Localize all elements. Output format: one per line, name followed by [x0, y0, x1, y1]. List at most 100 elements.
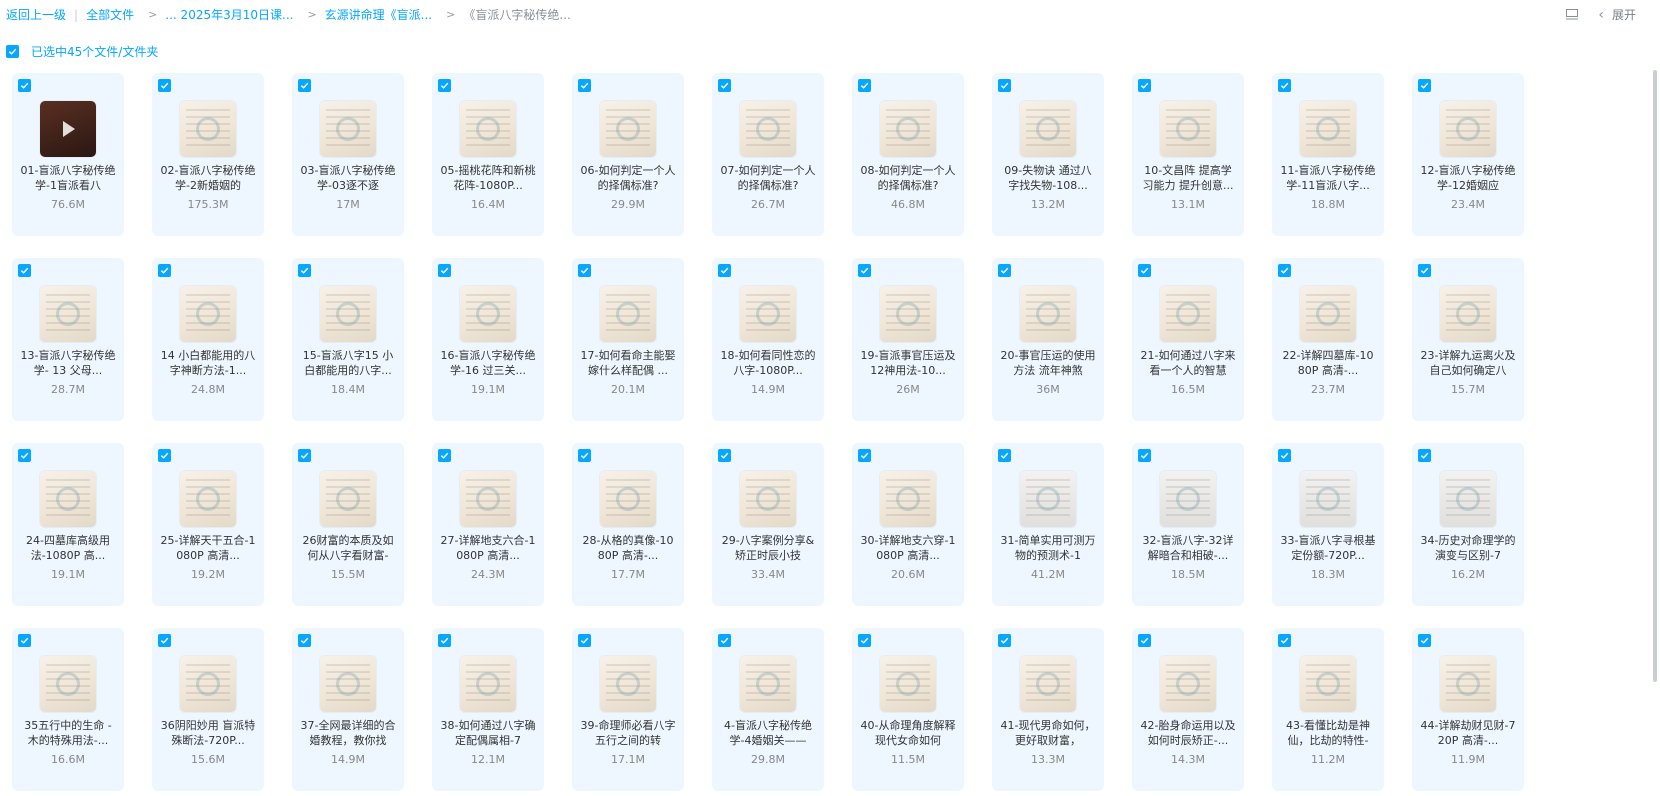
file-name[interactable]: 17-如何看命主能娶嫁什么样配偶 ... — [580, 348, 676, 378]
file-checkbox[interactable] — [18, 264, 31, 277]
select-all-checkbox[interactable] — [6, 45, 19, 58]
file-name[interactable]: 22-详解四墓库-1080P 高清-... — [1280, 348, 1376, 378]
video-thumbnail[interactable] — [600, 656, 656, 712]
file-name[interactable]: 19-盲派事官压运及12神用法-10... — [860, 348, 956, 378]
file-checkbox[interactable] — [1278, 449, 1291, 462]
file-card[interactable]: 26财富的本质及如何从八字看财富- 15.5M — [292, 443, 404, 606]
video-thumbnail[interactable] — [1440, 471, 1496, 527]
file-checkbox[interactable] — [578, 264, 591, 277]
file-card[interactable]: 10-文昌阵 提高学习能力 提升创意... 13.1M — [1132, 73, 1244, 236]
video-thumbnail[interactable] — [40, 286, 96, 342]
video-thumbnail[interactable] — [600, 286, 656, 342]
file-card[interactable]: 37-全网最详细的合婚教程，教你找 14.9M — [292, 628, 404, 791]
file-checkbox[interactable] — [998, 79, 1011, 92]
file-name[interactable]: 05-摇桃花阵和新桃花阵-1080P... — [440, 163, 536, 193]
video-thumbnail[interactable] — [320, 101, 376, 157]
video-thumbnail[interactable] — [740, 101, 796, 157]
file-name[interactable]: 03-盲派八字秘传绝学-03逐不逐 — [300, 163, 396, 193]
file-name[interactable]: 38-如何通过八字确定配偶属相-7 — [440, 718, 536, 748]
file-checkbox[interactable] — [578, 79, 591, 92]
file-checkbox[interactable] — [158, 634, 171, 647]
video-thumbnail[interactable] — [880, 286, 936, 342]
file-checkbox[interactable] — [18, 79, 31, 92]
file-checkbox[interactable] — [1138, 634, 1151, 647]
video-thumbnail[interactable] — [1440, 101, 1496, 157]
file-name[interactable]: 01-盲派八字秘传绝学-1盲派看八 — [20, 163, 116, 193]
file-name[interactable]: 44-详解劫财见财-720P 高清-... — [1420, 718, 1516, 748]
file-name[interactable]: 26财富的本质及如何从八字看财富- — [300, 533, 396, 563]
video-thumbnail[interactable] — [180, 656, 236, 712]
video-thumbnail[interactable] — [40, 471, 96, 527]
file-name[interactable]: 24-四墓库高级用法-1080P 高... — [20, 533, 116, 563]
file-name[interactable]: 07-如何判定一个人的择偶标准? — [720, 163, 816, 193]
file-checkbox[interactable] — [858, 449, 871, 462]
file-name[interactable]: 42-胎身命运用以及如何时辰矫正-... — [1140, 718, 1236, 748]
file-checkbox[interactable] — [718, 634, 731, 647]
file-name[interactable]: 37-全网最详细的合婚教程，教你找 — [300, 718, 396, 748]
file-card[interactable]: 36阴阳妙用 盲派特殊断法-720P... 15.6M — [152, 628, 264, 791]
file-name[interactable]: 12-盲派八字秘传绝学-12婚姻应 — [1420, 163, 1516, 193]
file-card[interactable]: 01-盲派八字秘传绝学-1盲派看八 76.6M — [12, 73, 124, 236]
file-name[interactable]: 23-详解九运离火及自己如何确定八 — [1420, 348, 1516, 378]
file-checkbox[interactable] — [858, 264, 871, 277]
file-card[interactable]: 20-事官压运的使用方法 流年神煞 36M — [992, 258, 1104, 421]
file-checkbox[interactable] — [1418, 449, 1431, 462]
file-card[interactable]: 18-如何看同性恋的八字-1080P... 14.9M — [712, 258, 824, 421]
video-thumbnail[interactable] — [1160, 286, 1216, 342]
file-card[interactable]: 40-从命理角度解释 现代女命如何 11.5M — [852, 628, 964, 791]
file-name[interactable]: 25-详解天干五合-1080P 高清... — [160, 533, 256, 563]
file-name[interactable]: 36阴阳妙用 盲派特殊断法-720P... — [160, 718, 256, 748]
video-thumbnail[interactable] — [460, 286, 516, 342]
file-card[interactable]: 35五行中的生命 -木的特殊用法-... 16.6M — [12, 628, 124, 791]
video-thumbnail[interactable] — [180, 286, 236, 342]
file-card[interactable]: 12-盲派八字秘传绝学-12婚姻应 23.4M — [1412, 73, 1524, 236]
file-checkbox[interactable] — [998, 449, 1011, 462]
video-thumbnail[interactable] — [460, 471, 516, 527]
file-card[interactable]: 02-盲派八字秘传绝学-2新婚姻的 175.3M — [152, 73, 264, 236]
file-card[interactable]: 42-胎身命运用以及如何时辰矫正-... 14.3M — [1132, 628, 1244, 791]
file-card[interactable]: 32-盲派八字-32详解暗合和相破-... 18.5M — [1132, 443, 1244, 606]
file-checkbox[interactable] — [298, 79, 311, 92]
video-thumbnail[interactable] — [320, 656, 376, 712]
video-thumbnail[interactable] — [1300, 101, 1356, 157]
file-name[interactable]: 18-如何看同性恋的八字-1080P... — [720, 348, 816, 378]
video-thumbnail[interactable] — [1440, 656, 1496, 712]
file-card[interactable]: 30-详解地支六穿-1080P 高清... 20.6M — [852, 443, 964, 606]
file-card[interactable]: 34-历史对命理学的演变与区别-7 16.2M — [1412, 443, 1524, 606]
file-card[interactable]: 13-盲派八字秘传绝学- 13 父母... 28.7M — [12, 258, 124, 421]
video-thumbnail[interactable] — [1020, 656, 1076, 712]
file-checkbox[interactable] — [998, 264, 1011, 277]
file-card[interactable]: 41-现代男命如何，更好取财富， 13.3M — [992, 628, 1104, 791]
file-checkbox[interactable] — [438, 449, 451, 462]
file-card[interactable]: 11-盲派八字秘传绝学-11盲派八字... 18.8M — [1272, 73, 1384, 236]
scrollbar[interactable] — [1653, 70, 1657, 682]
file-card[interactable]: 06-如何判定一个人的择偶标准? 29.9M — [572, 73, 684, 236]
video-thumbnail[interactable] — [880, 101, 936, 157]
file-checkbox[interactable] — [18, 449, 31, 462]
file-checkbox[interactable] — [1278, 79, 1291, 92]
file-name[interactable]: 10-文昌阵 提高学习能力 提升创意... — [1140, 163, 1236, 193]
file-checkbox[interactable] — [1278, 264, 1291, 277]
file-card[interactable]: 38-如何通过八字确定配偶属相-7 12.1M — [432, 628, 544, 791]
file-checkbox[interactable] — [578, 634, 591, 647]
breadcrumb-item-course-date[interactable]: ... 2025年3月10日课... — [165, 6, 293, 23]
file-name[interactable]: 39-命理师必看八字五行之间的转 — [580, 718, 676, 748]
file-checkbox[interactable] — [718, 264, 731, 277]
video-thumbnail[interactable] — [320, 286, 376, 342]
file-card[interactable]: 17-如何看命主能娶嫁什么样配偶 ... 20.1M — [572, 258, 684, 421]
file-name[interactable]: 35五行中的生命 -木的特殊用法-... — [20, 718, 116, 748]
video-thumbnail[interactable] — [1160, 471, 1216, 527]
video-thumbnail[interactable] — [740, 656, 796, 712]
file-checkbox[interactable] — [858, 634, 871, 647]
video-thumbnail[interactable] — [320, 471, 376, 527]
video-thumbnail[interactable] — [1300, 286, 1356, 342]
file-card[interactable]: 03-盲派八字秘传绝学-03逐不逐 17M — [292, 73, 404, 236]
video-thumbnail[interactable] — [460, 656, 516, 712]
file-name[interactable]: 08-如何判定一个人的择偶标准? — [860, 163, 956, 193]
file-checkbox[interactable] — [578, 449, 591, 462]
file-card[interactable]: 14 小白都能用的八字神断方法-1... 24.8M — [152, 258, 264, 421]
file-card[interactable]: 31-简单实用可测万物的预测术-1 41.2M — [992, 443, 1104, 606]
file-card[interactable]: 4-盲派八字秘传绝学-4婚姻关—— 29.8M — [712, 628, 824, 791]
file-name[interactable]: 40-从命理角度解释 现代女命如何 — [860, 718, 956, 748]
list-view-icon[interactable] — [1566, 9, 1579, 20]
